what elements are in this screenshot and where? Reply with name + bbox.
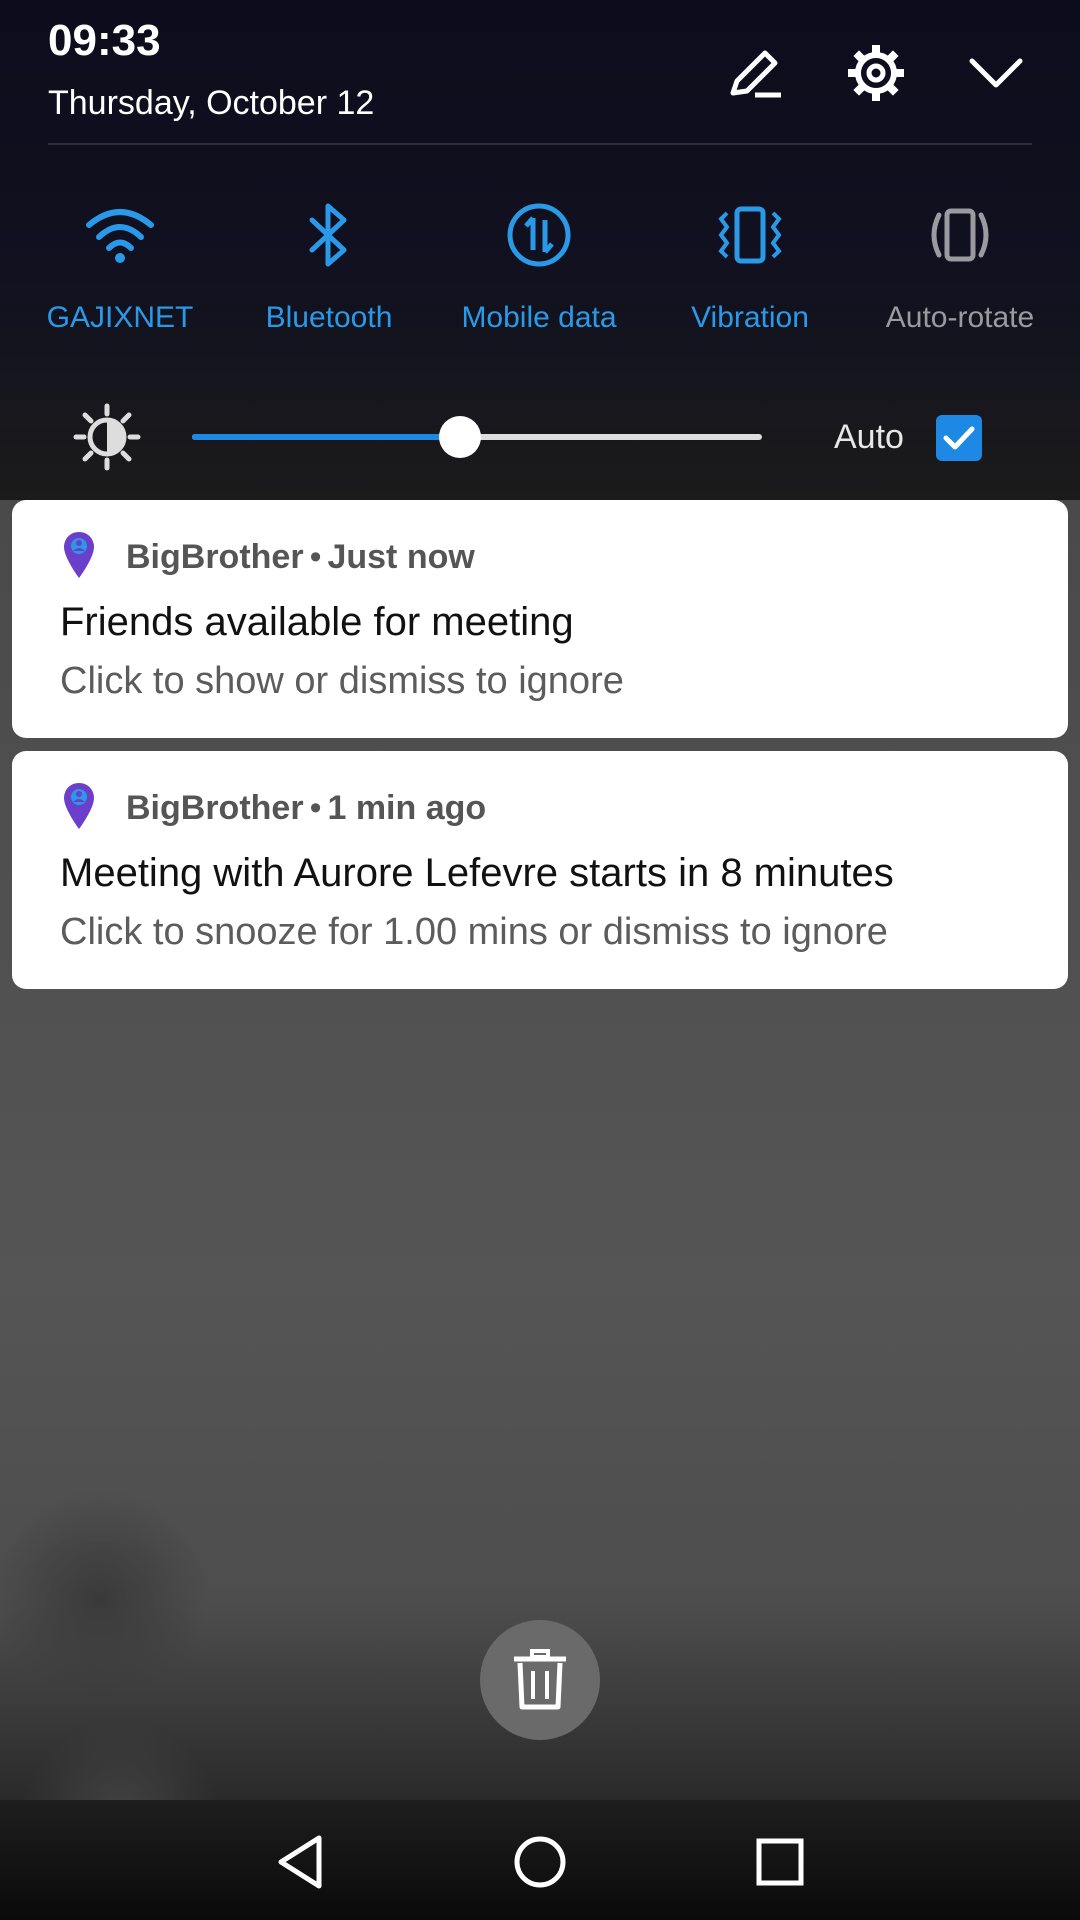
trash-icon [514,1649,566,1710]
brightness-slider[interactable] [192,416,762,458]
settings-gear-icon [848,45,904,101]
header-divider [48,143,1032,145]
collapse-chevron-icon [969,58,1023,88]
qs-label-wifi: GAJIXNET [46,301,194,334]
qs-tile-bluetooth[interactable]: Bluetooth [229,195,429,335]
qs-label-bluetooth: Bluetooth [265,301,393,334]
mobile-data-icon [507,203,571,267]
notification-app-name: BigBrother [126,538,304,576]
qs-tile-mobile-data[interactable]: Mobile data [439,195,639,335]
notification-header: BigBrother • 1 min ago [126,789,487,827]
qs-label-vibration: Vibration [691,301,809,334]
edit-button[interactable] [720,38,790,108]
qs-tile-wifi[interactable]: GAJIXNET [20,195,220,335]
qs-label-mobile-data: Mobile data [461,301,617,334]
notification-card[interactable]: BigBrother • Just now Friends available fo… [12,500,1068,738]
home-button[interactable] [510,1832,570,1892]
bluetooth-icon [309,203,347,267]
notification-title: Meeting with Aurore Lefevre starts in 8 … [60,851,894,895]
navigation-bar [0,1800,1080,1920]
collapse-button[interactable] [961,38,1031,108]
settings-button[interactable] [841,38,911,108]
vibration-icon [718,206,782,264]
edit-icon [730,50,781,98]
notification-header: BigBrother • Just now [126,538,475,576]
brightness-icon [73,403,141,471]
clock-time: 09:33 [48,16,161,65]
clear-all-notifications-button[interactable] [480,1620,600,1740]
qs-tile-vibration[interactable]: Vibration [650,195,850,335]
notification-time: Just now [327,538,475,576]
notification-card[interactable]: BigBrother • 1 min ago Meeting with Aurore… [12,751,1068,989]
notification-shade-panel: 09:33 Thursday, October 12 GAJIXNET Blue… [0,0,1080,500]
back-button[interactable] [270,1832,330,1892]
notification-title: Friends available for meeting [60,600,574,644]
bigbrother-app-icon [64,783,94,829]
brightness-fill [192,434,460,440]
notification-body: Click to snooze for 1.00 mins or dismiss… [60,911,888,953]
qs-tile-auto-rotate[interactable]: Auto-rotate [860,195,1060,335]
bigbrother-app-icon [64,532,94,578]
qs-label-auto-rotate: Auto-rotate [885,301,1035,334]
auto-brightness-checkbox[interactable] [936,415,982,461]
home-circle-icon [514,1836,566,1888]
notification-body: Click to show or dismiss to ignore [60,660,624,702]
notification-app-name: BigBrother [126,789,304,827]
recents-square-icon [756,1838,804,1886]
checkmark-icon [943,426,975,450]
notification-time: 1 min ago [327,789,487,827]
recents-button[interactable] [750,1832,810,1892]
wifi-icon [86,209,154,263]
auto-brightness-label: Auto [834,418,904,456]
date-label: Thursday, October 12 [48,84,375,122]
back-triangle-icon [278,1835,322,1889]
brightness-thumb[interactable] [438,416,481,458]
auto-rotate-icon [931,208,989,262]
